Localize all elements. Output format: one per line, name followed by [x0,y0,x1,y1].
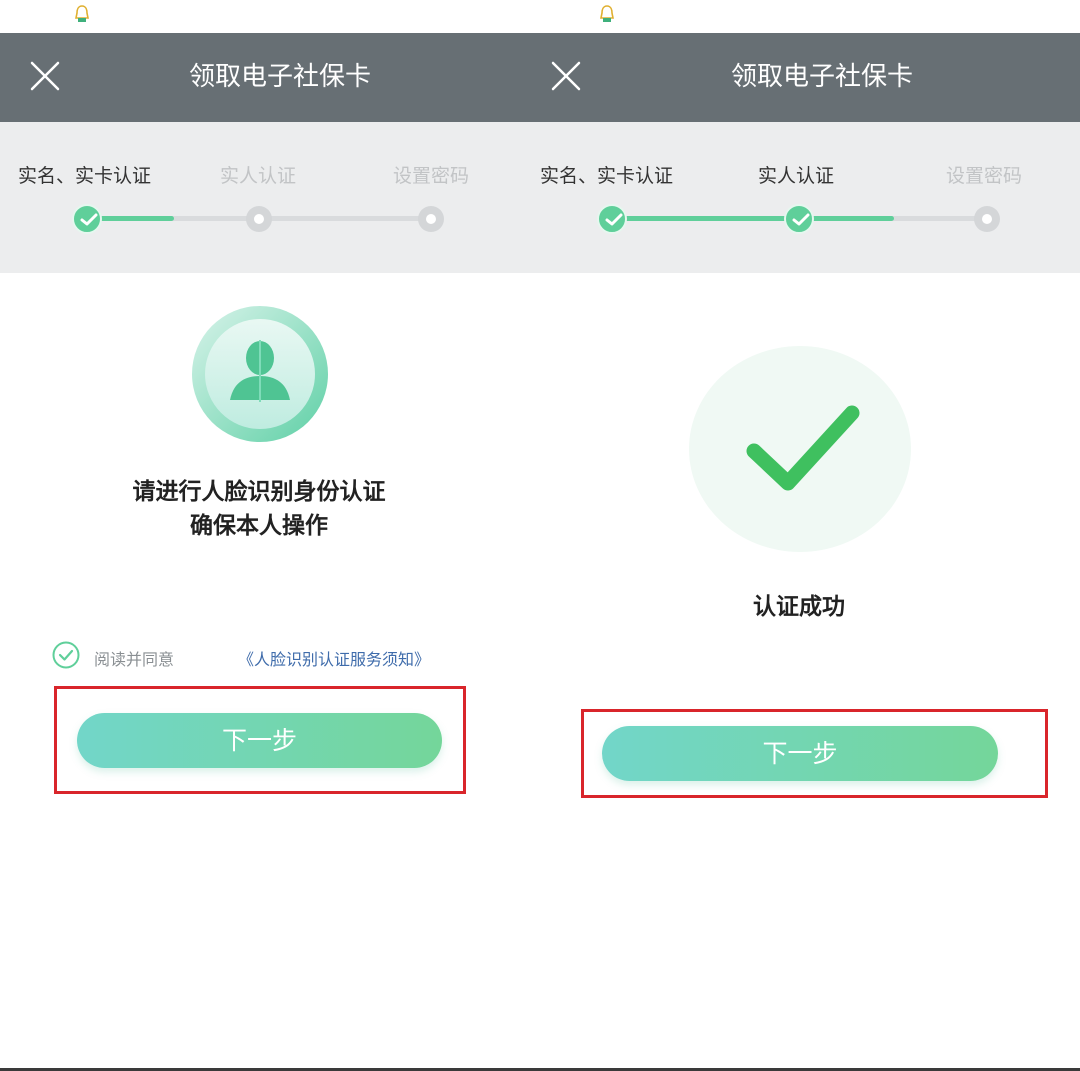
step-label-real-name: 实名、实卡认证 [18,165,152,187]
step-label-real-name: 实名、实卡认证 [540,165,674,187]
step-done-icon [72,204,102,234]
step-done-icon [784,204,814,234]
progress-track-filled [100,216,174,221]
face-recognition-icon [192,306,328,442]
checkmark-icon [689,346,911,552]
step-pending-icon [418,206,444,232]
success-message: 认证成功 [753,594,845,620]
step-pending-icon [246,206,272,232]
close-icon[interactable] [20,51,70,101]
step-pending-icon [974,206,1000,232]
screen-verification-success: 领取电子社保卡 实名、实卡认证 实人认证 设置密码 认证成功 下一步 [518,0,1080,1071]
step-label-set-password: 设置密码 [393,165,470,187]
status-bar [0,0,518,33]
page-title: 领取电子社保卡 [730,62,913,92]
agreement-label: 阅读并同意 [94,650,175,669]
step-label-real-person: 实人认证 [220,165,297,187]
status-bar [518,0,1080,33]
close-icon[interactable] [541,51,591,101]
step-label-real-person: 实人认证 [758,165,835,187]
notification-bell-icon [75,5,89,22]
title-bar: 领取电子社保卡 [518,33,1080,122]
title-bar: 领取电子社保卡 [0,33,518,122]
instruction-heading: 请进行人脸识别身份认证 [132,479,386,505]
progress-track-filled [614,216,894,221]
next-step-button[interactable]: 下一步 [602,726,998,781]
progress-stepper: 实名、实卡认证 实人认证 设置密码 [518,122,1080,273]
step-label-set-password: 设置密码 [946,165,1023,187]
page-title: 领取电子社保卡 [188,62,371,92]
agreement-link[interactable]: 《人脸识别认证服务须知》 [238,646,430,670]
step-done-icon [597,204,627,234]
progress-stepper: 实名、实卡认证 实人认证 设置密码 [0,122,518,273]
checkbox-checked-icon[interactable] [52,641,80,669]
next-step-button[interactable]: 下一步 [77,713,442,768]
instruction-subheading: 确保本人操作 [190,513,328,539]
notification-bell-icon [600,5,614,22]
screen-face-verification: 领取电子社保卡 实名、实卡认证 实人认证 设置密码 请进行人脸识别身份认证 确保… [0,0,518,1071]
